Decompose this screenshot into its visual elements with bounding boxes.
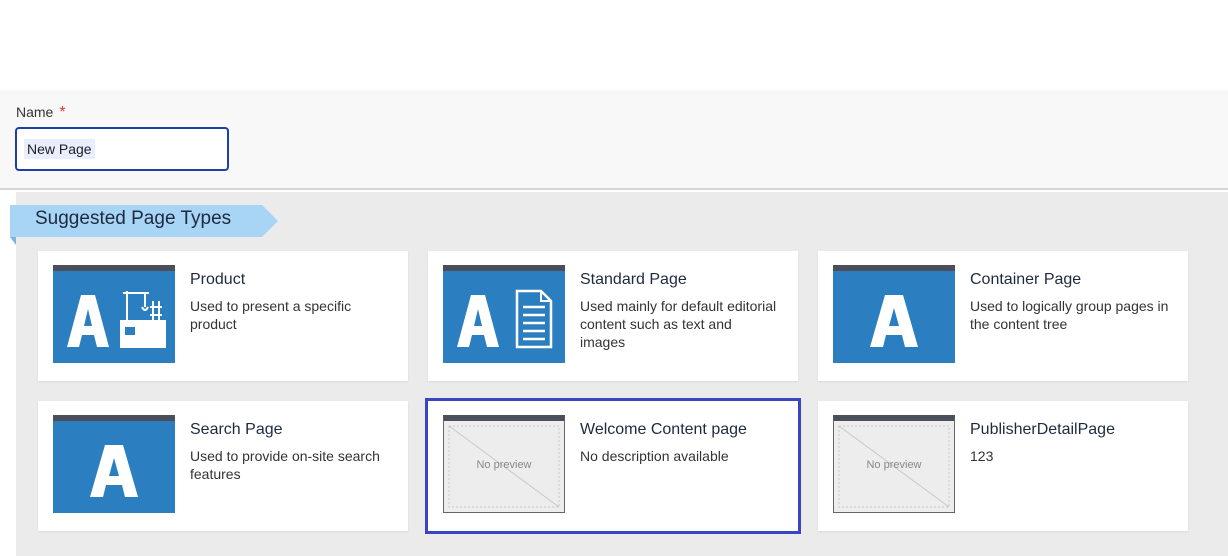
letter-a-icon <box>833 265 955 363</box>
card-description: Used to provide on-site search features <box>190 448 380 482</box>
no-preview-thumbnail: No preview <box>443 415 565 513</box>
product-icon <box>53 265 175 363</box>
page-type-card-container-page[interactable]: Container Page Used to logically group p… <box>818 251 1188 381</box>
name-section: Name * New Page <box>0 90 1228 190</box>
letter-a-icon <box>53 415 175 513</box>
card-description: Used to logically group pages in the con… <box>970 298 1169 332</box>
card-title: Search Page <box>190 421 283 438</box>
section-banner: Suggested Page Types <box>10 205 278 245</box>
card-title: Standard Page <box>580 271 687 288</box>
no-preview-label: No preview <box>866 459 922 471</box>
card-title: PublisherDetailPage <box>970 421 1115 438</box>
page-type-card-welcome-content-page[interactable]: No preview Welcome Content page No descr… <box>425 398 801 534</box>
required-mark: * <box>59 104 66 121</box>
name-label: Name * <box>16 104 66 122</box>
card-description: 123 <box>970 448 994 464</box>
card-description: No description available <box>580 448 729 464</box>
card-title: Product <box>190 271 246 288</box>
document-icon <box>443 265 565 363</box>
no-preview-label: No preview <box>476 459 532 471</box>
page-type-card-search-page[interactable]: Search Page Used to provide on-site sear… <box>38 401 408 531</box>
top-blank-area <box>0 0 1228 90</box>
name-input[interactable]: New Page <box>15 127 229 171</box>
page-type-card-product[interactable]: Product Used to present a specific produ… <box>38 251 408 381</box>
name-input-value: New Page <box>24 139 95 159</box>
card-description: Used mainly for default editorial conten… <box>580 298 777 350</box>
card-description: Used to present a specific product <box>190 298 352 332</box>
name-label-text: Name <box>16 104 54 120</box>
section-title: Suggested Page Types <box>35 208 232 229</box>
card-title: Container Page <box>970 271 1082 288</box>
no-preview-thumbnail: No preview <box>833 415 955 513</box>
page-type-card-publisher-detail-page[interactable]: No preview PublisherDetailPage 123 <box>818 401 1188 531</box>
page-type-card-standard-page[interactable]: Standard Page Used mainly for default ed… <box>428 251 798 381</box>
card-title: Welcome Content page <box>580 421 747 438</box>
